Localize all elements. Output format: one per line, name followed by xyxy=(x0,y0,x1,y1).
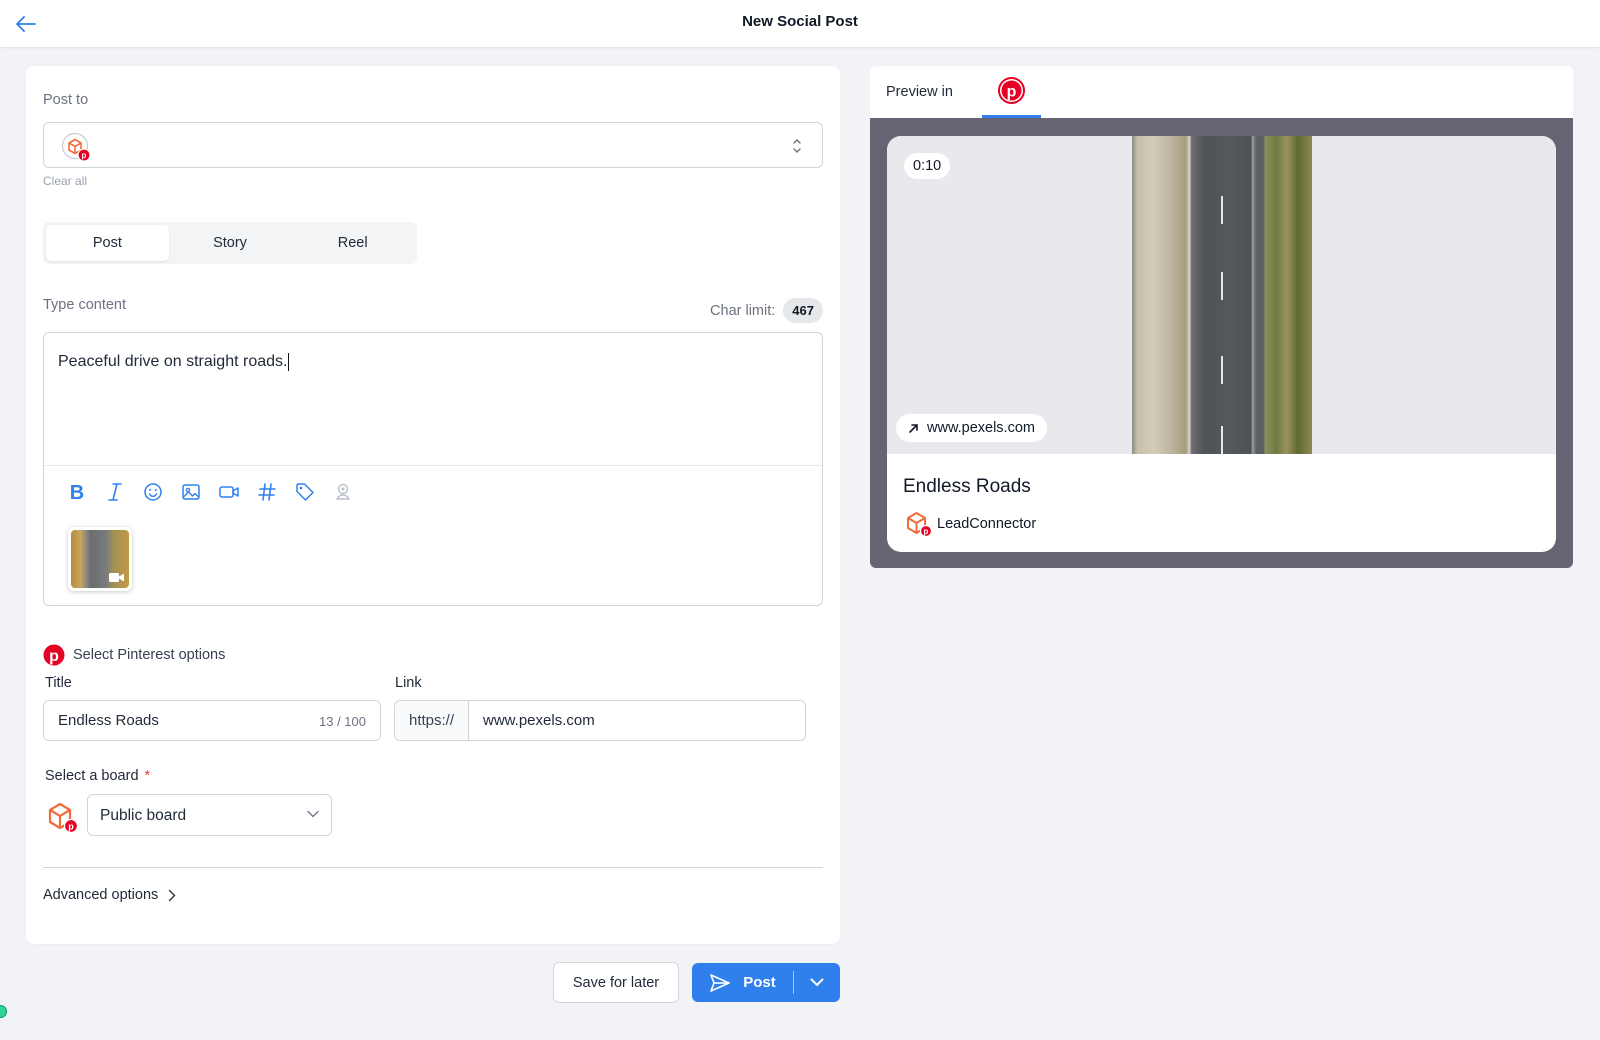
preview-panel: Preview in p 0:10 www.pexels.com Endless… xyxy=(870,66,1573,568)
account-avatar-icon: p xyxy=(61,132,91,162)
thumbnail-image xyxy=(71,530,129,588)
chevron-right-icon xyxy=(169,889,176,901)
board-select[interactable]: Public board xyxy=(87,794,332,836)
title-input[interactable]: Endless Roads 13 / 100 xyxy=(43,700,381,741)
image-icon[interactable] xyxy=(178,479,203,504)
link-label: Link xyxy=(395,675,422,691)
pin-account: p LeadConnector xyxy=(905,510,1036,538)
pinterest-icon: p xyxy=(998,77,1025,104)
chevron-down-icon xyxy=(307,810,319,818)
pin-link-pill[interactable]: www.pexels.com xyxy=(896,414,1047,442)
video-frame-road xyxy=(1132,136,1312,454)
section-divider xyxy=(43,867,823,868)
pin-media: 0:10 www.pexels.com xyxy=(887,136,1556,454)
title-value: Endless Roads xyxy=(58,712,159,729)
clear-all-link[interactable]: Clear all xyxy=(43,174,87,188)
editor-toolbar: B xyxy=(64,479,355,504)
pinterest-options-heading: p Select Pinterest options xyxy=(43,644,225,666)
lane-marking xyxy=(1221,272,1223,300)
link-value[interactable]: www.pexels.com xyxy=(469,701,595,740)
pin-preview-card: 0:10 www.pexels.com Endless Roads p Lead… xyxy=(887,136,1556,552)
title-counter: 13 / 100 xyxy=(319,714,366,729)
pin-title: Endless Roads xyxy=(903,476,1031,497)
preview-canvas: 0:10 www.pexels.com Endless Roads p Lead… xyxy=(870,118,1573,568)
link-prefix: https:// xyxy=(395,701,469,740)
send-icon xyxy=(710,973,731,992)
preview-label: Preview in xyxy=(886,84,953,100)
char-limit: Char limit: 467 xyxy=(710,298,823,323)
tag-icon[interactable] xyxy=(292,479,317,504)
lane-marking xyxy=(1221,426,1223,454)
post-type-reel[interactable]: Reel xyxy=(291,225,414,261)
post-button[interactable]: Post xyxy=(692,963,793,1002)
board-value: Public board xyxy=(100,807,187,824)
top-bar: New Social Post xyxy=(0,0,1600,48)
advanced-options-label: Advanced options xyxy=(43,887,159,903)
advanced-options-toggle[interactable]: Advanced options xyxy=(43,887,176,903)
status-indicator xyxy=(0,1005,7,1018)
char-limit-label: Char limit: xyxy=(710,302,776,319)
emoji-icon[interactable] xyxy=(140,479,165,504)
svg-text:B: B xyxy=(69,482,83,502)
char-limit-badge: 467 xyxy=(783,298,823,323)
lane-marking xyxy=(1221,196,1223,224)
save-for-later-button[interactable]: Save for later xyxy=(553,962,679,1003)
title-label: Title xyxy=(45,675,72,691)
editor-divider xyxy=(44,465,822,466)
content-label: Type content xyxy=(43,297,127,313)
svg-text:p: p xyxy=(82,151,87,160)
video-duration: 0:10 xyxy=(904,153,951,179)
post-type-post[interactable]: Post xyxy=(46,225,169,261)
lane-marking xyxy=(1221,356,1223,384)
post-button-group: Post xyxy=(692,963,840,1002)
content-text[interactable]: Peaceful drive on straight roads. xyxy=(58,353,290,371)
italic-icon[interactable] xyxy=(102,479,127,504)
video-icon[interactable] xyxy=(216,479,241,504)
post-type-toggle: Post Story Reel xyxy=(43,222,417,264)
post-to-label: Post to xyxy=(43,92,89,108)
compose-card: Post to p Clear all Post Story Reel Type… xyxy=(26,66,840,944)
pinterest-options-label: Select Pinterest options xyxy=(73,647,226,663)
post-options-dropdown[interactable] xyxy=(794,963,840,1002)
board-label: Select a board * xyxy=(45,768,150,784)
pin-account-name: LeadConnector xyxy=(937,516,1037,532)
board-account-icon: p xyxy=(48,802,79,834)
content-editor[interactable]: Peaceful drive on straight roads. B xyxy=(43,332,823,606)
chevron-down-icon xyxy=(810,978,824,987)
hashtag-icon[interactable] xyxy=(254,479,279,504)
board-label-text: Select a board xyxy=(45,768,139,784)
video-badge-icon xyxy=(109,573,124,582)
preview-header: Preview in p xyxy=(870,66,1573,118)
required-marker: * xyxy=(144,768,151,784)
account-avatar-icon: p xyxy=(907,512,933,538)
link-input[interactable]: https:// www.pexels.com xyxy=(394,700,806,741)
preview-tab-pinterest[interactable]: p xyxy=(982,66,1041,118)
post-type-story[interactable]: Story xyxy=(169,225,292,261)
external-link-icon xyxy=(909,423,918,433)
pin-link-text: www.pexels.com xyxy=(927,420,1035,436)
svg-text:p: p xyxy=(924,527,929,536)
post-to-select[interactable]: p xyxy=(43,122,823,168)
post-button-label: Post xyxy=(743,974,776,991)
media-thumbnail[interactable] xyxy=(68,527,132,591)
page-title: New Social Post xyxy=(742,13,858,30)
updown-chevron-icon xyxy=(793,139,801,153)
svg-text:p: p xyxy=(68,822,74,832)
pinterest-icon: p xyxy=(43,644,65,666)
svg-text:p: p xyxy=(49,648,59,665)
bold-icon[interactable]: B xyxy=(64,479,89,504)
svg-text:p: p xyxy=(1007,84,1017,101)
location-icon[interactable] xyxy=(330,479,355,504)
